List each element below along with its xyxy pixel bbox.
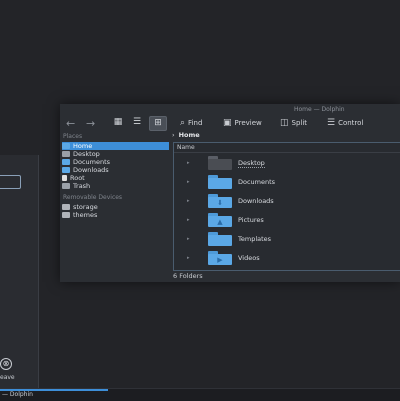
folder-templates-icon <box>208 232 232 246</box>
arrow-right-icon: → <box>86 116 96 130</box>
place-label: Root <box>70 174 85 182</box>
device-label: storage <box>73 203 98 211</box>
place-label: Downloads <box>73 166 109 174</box>
column-label: Name <box>177 144 195 151</box>
folder-icon <box>208 156 232 170</box>
folder-name: Templates <box>238 235 272 243</box>
place-label: Home <box>73 142 93 150</box>
arrow-left-icon: ← <box>66 116 76 130</box>
back-button[interactable]: ← <box>66 116 75 130</box>
chevron-right-icon: › <box>172 131 175 139</box>
control-button[interactable]: ☰ Control <box>327 116 363 130</box>
list-icon: ☰ <box>132 117 142 127</box>
expand-arrow-icon[interactable]: ▸ <box>187 255 190 261</box>
folder-downloads-icon <box>62 167 70 173</box>
left-panel: ⊗ eave <box>0 155 39 388</box>
control-label: Control <box>338 119 364 127</box>
window-title: Home — Dolphin <box>294 106 345 113</box>
folder-name: Documents <box>238 178 276 186</box>
device-item-themes[interactable]: themes <box>62 211 169 219</box>
taskbar-dolphin-entry[interactable]: — Dolphin <box>2 391 33 398</box>
titlebar[interactable]: Home — Dolphin <box>60 104 400 115</box>
grid-icon: ▦ <box>113 117 123 127</box>
compact-view-button[interactable]: ☰ <box>129 116 145 129</box>
removable-devices-title: Removable Devices <box>63 194 123 201</box>
icons-view-button[interactable]: ▦ <box>110 116 126 129</box>
drive-icon <box>62 204 70 210</box>
expand-arrow-icon[interactable]: ▸ <box>187 198 190 204</box>
folder-row-pictures[interactable]: ▸ ▲ Pictures <box>182 211 397 229</box>
place-item-home[interactable]: Home <box>62 142 169 150</box>
taskbar: — Dolphin <box>0 388 400 401</box>
expand-arrow-icon[interactable]: ▸ <box>187 217 190 223</box>
folder-row-documents[interactable]: ▸ Documents <box>182 173 397 191</box>
find-label: Find <box>188 119 203 127</box>
breadcrumb-home[interactable]: Home <box>179 131 200 139</box>
details-view-button[interactable]: ⊞ <box>149 116 167 131</box>
name-column-header[interactable]: Name <box>174 143 400 153</box>
folder-name: Desktop <box>238 159 265 168</box>
place-item-root[interactable]: Root <box>62 174 169 182</box>
folder-name: Downloads <box>238 197 274 205</box>
place-label: Trash <box>73 182 91 190</box>
folder-downloads-icon: ⬇ <box>208 194 232 208</box>
root-icon <box>62 175 67 181</box>
split-button[interactable]: ◫ Split <box>280 116 307 130</box>
folder-row-videos[interactable]: ▸ ▶ Videos <box>182 249 397 267</box>
forward-button[interactable]: → <box>86 116 95 130</box>
place-label: Documents <box>73 158 111 166</box>
leave-button[interactable]: ⊗ eave <box>0 358 18 382</box>
preview-button[interactable]: ▣ Preview <box>223 116 262 130</box>
home-icon <box>62 143 70 149</box>
drive-icon <box>62 212 70 218</box>
device-label: themes <box>73 211 98 219</box>
folder-row-downloads[interactable]: ▸ ⬇ Downloads <box>182 192 397 210</box>
folder-documents-icon <box>62 159 70 165</box>
device-item-storage[interactable]: storage <box>62 203 169 211</box>
search-icon: ⌕ <box>180 118 186 128</box>
leave-icon: ⊗ <box>0 358 12 370</box>
leave-label: eave <box>0 374 15 381</box>
breadcrumb: › Home <box>172 131 200 139</box>
preview-icon: ▣ <box>223 118 232 128</box>
split-icon: ◫ <box>280 118 289 128</box>
desktop-icon <box>62 151 70 157</box>
place-item-downloads[interactable]: Downloads <box>62 166 169 174</box>
status-bar-text: 6 Folders <box>173 272 203 280</box>
folder-row-templates[interactable]: ▸ Templates <box>182 230 397 248</box>
folder-row-desktop[interactable]: ▸ Desktop <box>182 154 397 172</box>
expand-arrow-icon[interactable]: ▸ <box>187 160 190 166</box>
places-title: Places <box>63 133 83 140</box>
find-button[interactable]: ⌕ Find <box>180 116 202 130</box>
place-item-desktop[interactable]: Desktop <box>62 150 169 158</box>
dolphin-window: Home — Dolphin ← → ▦ ☰ ⊞ ⌕ Find ▣ Previe… <box>60 104 400 282</box>
place-item-trash[interactable]: Trash <box>62 182 169 190</box>
file-view: Name ▸ Desktop ▸ Documents ▸ ⬇ Downloads… <box>173 142 400 271</box>
folder-name: Pictures <box>238 216 264 224</box>
details-icon: ⊞ <box>154 118 162 128</box>
folder-pictures-icon: ▲ <box>208 213 232 227</box>
text-field[interactable] <box>0 175 21 189</box>
place-item-documents[interactable]: Documents <box>62 158 169 166</box>
expand-arrow-icon[interactable]: ▸ <box>187 236 190 242</box>
folder-icon <box>208 175 232 189</box>
preview-label: Preview <box>234 119 262 127</box>
expand-arrow-icon[interactable]: ▸ <box>187 179 190 185</box>
hamburger-menu-icon: ☰ <box>327 118 336 128</box>
trash-icon <box>62 183 70 189</box>
toolbar: ← → ▦ ☰ ⊞ ⌕ Find ▣ Preview ◫ Split ☰ Con… <box>60 115 400 133</box>
place-label: Desktop <box>73 150 100 158</box>
folder-name: Videos <box>238 254 260 262</box>
split-label: Split <box>291 119 308 127</box>
places-panel: Places Home Desktop Documents Downloads … <box>60 133 170 282</box>
folder-videos-icon: ▶ <box>208 251 232 265</box>
